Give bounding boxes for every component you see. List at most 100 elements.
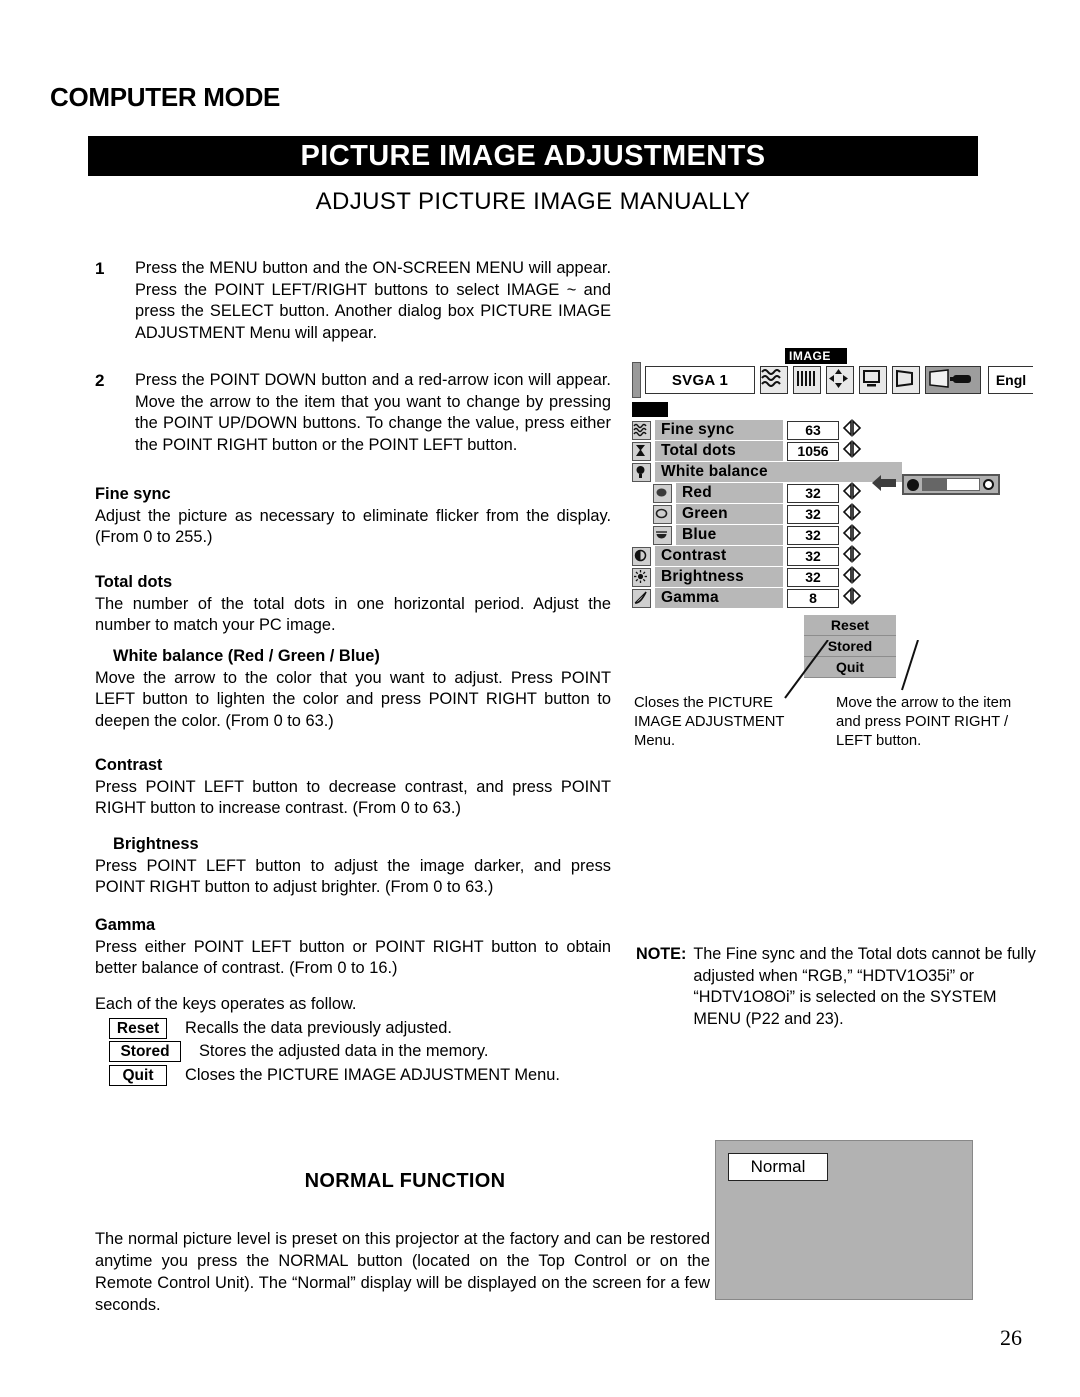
contrast-icon (632, 546, 651, 566)
gamma-icon (632, 588, 651, 608)
normal-display-chip: Normal (728, 1153, 828, 1181)
note-block: NOTE: The Fine sync and the Total dots c… (636, 944, 1036, 1030)
section-body-total-dots: The number of the total dots in one hori… (95, 594, 611, 635)
key-legend: Each of the keys operates as follow. Res… (95, 992, 611, 1086)
keystone-icon[interactable] (892, 366, 920, 394)
slider-left-dot (907, 478, 919, 491)
osd-row-value[interactable]: 32 (787, 525, 839, 545)
position-icon[interactable] (826, 366, 854, 394)
osd-row-red[interactable]: Red 32 (632, 481, 902, 505)
section-brightness: Brightness Press POINT LEFT button to ad… (95, 834, 611, 899)
step-1: 1 Press the MENU button and the ON-SCREE… (95, 258, 611, 344)
image-adjust-icon[interactable] (925, 366, 981, 394)
osd-row-gamma[interactable]: Gamma 8 (632, 586, 902, 610)
value-slider-widget[interactable] (902, 474, 1000, 495)
osd-row-fine-sync[interactable]: Fine sync 63 (632, 418, 902, 442)
fine-sync-icon[interactable] (760, 366, 788, 394)
osd-toolbar: SVGA 1 Engl (632, 362, 1033, 398)
key-legend-row-quit: Quit Closes the PICTURE IMAGE ADJUSTMENT… (95, 1064, 611, 1087)
section-heading-white-balance: White balance (Red / Green / Blue) (113, 647, 380, 665)
section-heading-gamma: Gamma (95, 916, 156, 934)
callout-quit-text: Closes the PICTURE IMAGE ADJUSTMENT Menu… (634, 695, 785, 749)
left-right-adjust-icon[interactable] (842, 565, 862, 589)
osd-row-value[interactable]: 8 (787, 588, 839, 608)
reset-key-badge: Reset (109, 1017, 167, 1039)
osd-row-brightness[interactable]: Brightness 32 (632, 565, 902, 589)
section-heading-brightness: Brightness (113, 835, 199, 853)
total-dots-icon[interactable] (793, 366, 821, 394)
section-heading-fine-sync: Fine sync (95, 485, 171, 503)
osd-row-label: Gamma (655, 588, 783, 608)
quit-key-description: Closes the PICTURE IMAGE ADJUSTMENT Menu… (185, 1065, 560, 1084)
section-heading-total-dots: Total dots (95, 573, 173, 591)
left-right-adjust-icon[interactable] (842, 544, 862, 568)
section-body-gamma: Press either POINT LEFT button or POINT … (95, 937, 611, 978)
fine-sync-icon (632, 420, 651, 440)
step-1-number: 1 (95, 259, 105, 278)
indent-spacer (632, 527, 649, 544)
osd-row-label: Red (676, 483, 783, 503)
section-white-balance: White balance (Red / Green / Blue) Move … (95, 646, 611, 732)
osd-row-label: Brightness (655, 567, 783, 587)
osd-reset-button[interactable]: Reset (804, 615, 896, 636)
step-1-text: Press the MENU button and the ON-SCREEN … (135, 259, 611, 342)
osd-row-value[interactable]: 32 (787, 504, 839, 524)
osd-row-value[interactable]: 32 (787, 546, 839, 566)
osd-row-contrast[interactable]: Contrast 32 (632, 544, 902, 568)
red-arrow-pointer (872, 474, 898, 497)
left-right-adjust-icon[interactable] (842, 418, 862, 442)
osd-language-box[interactable]: Engl (988, 366, 1033, 394)
page-title: COMPUTER MODE (50, 82, 281, 112)
slider-right-circle (983, 479, 994, 490)
white-balance-icon (632, 462, 651, 482)
section-heading-contrast: Contrast (95, 756, 163, 774)
section-body-fine-sync: Adjust the picture as necessary to elimi… (95, 506, 611, 547)
osd-row-label: Blue (676, 525, 783, 545)
normal-display-screenshot: Normal (715, 1140, 973, 1300)
key-legend-intro: Each of the keys operates as follow. (95, 995, 357, 1013)
callout-move-text: Move the arrow to the item and press POI… (836, 695, 1012, 749)
step-2: 2 Press the POINT DOWN button and a red-… (95, 370, 611, 456)
step-2-text: Press the POINT DOWN button and a red-ar… (135, 371, 611, 454)
osd-row-label: Green (676, 504, 783, 524)
stored-key-description: Stores the adjusted data in the memory. (199, 1042, 489, 1060)
key-legend-row-reset: Reset Recalls the data previously adjust… (95, 1017, 611, 1040)
key-legend-row-stored: Stored Stores the adjusted data in the m… (95, 1041, 611, 1063)
section-body-brightness: Press POINT LEFT button to adjust the im… (95, 856, 611, 897)
osd-cursor-tab (632, 402, 668, 417)
slider-track[interactable] (922, 478, 980, 491)
osd-row-label: White balance (655, 462, 902, 482)
osd-source-box[interactable]: SVGA 1 (645, 366, 755, 394)
osd-row-total-dots[interactable]: Total dots 1056 (632, 439, 902, 463)
section-fine-sync: Fine sync Adjust the picture as necessar… (95, 484, 611, 549)
osd-row-green[interactable]: Green 32 (632, 502, 902, 526)
osd-row-white-balance[interactable]: White balance (632, 462, 902, 482)
osd-left-tab (632, 362, 641, 398)
left-right-adjust-icon[interactable] (842, 586, 862, 610)
screen-icon[interactable] (859, 366, 887, 394)
left-right-adjust-icon[interactable] (842, 481, 862, 505)
note-label: NOTE: (636, 945, 687, 963)
normal-function-heading: NORMAL FUNCTION (304, 1170, 506, 1192)
brightness-icon (632, 567, 651, 587)
osd-row-value[interactable]: 32 (787, 483, 839, 503)
osd-row-label: Fine sync (655, 420, 783, 440)
total-dots-icon (632, 441, 651, 461)
osd-row-value[interactable]: 63 (787, 420, 839, 440)
green-icon (653, 504, 672, 524)
stored-key-badge: Stored (109, 1041, 181, 1063)
left-right-adjust-icon[interactable] (842, 439, 862, 463)
note-text: The Fine sync and the Total dots cannot … (693, 945, 1036, 1028)
reset-key-description: Recalls the data previously adjusted. (185, 1018, 452, 1037)
step-2-number: 2 (95, 371, 105, 390)
section-body-contrast: Press POINT LEFT button to decrease cont… (95, 777, 611, 818)
section-body-white-balance: Move the arrow to the color that you wan… (95, 668, 611, 730)
indent-spacer (632, 485, 649, 502)
section-subtitle: ADJUST PICTURE IMAGE MANUALLY (315, 188, 751, 215)
osd-row-blue[interactable]: Blue 32 (632, 523, 902, 547)
left-right-adjust-icon[interactable] (842, 502, 862, 526)
osd-row-value[interactable]: 32 (787, 567, 839, 587)
blue-icon (653, 525, 672, 545)
osd-row-value[interactable]: 1056 (787, 441, 839, 461)
left-right-adjust-icon[interactable] (842, 523, 862, 547)
